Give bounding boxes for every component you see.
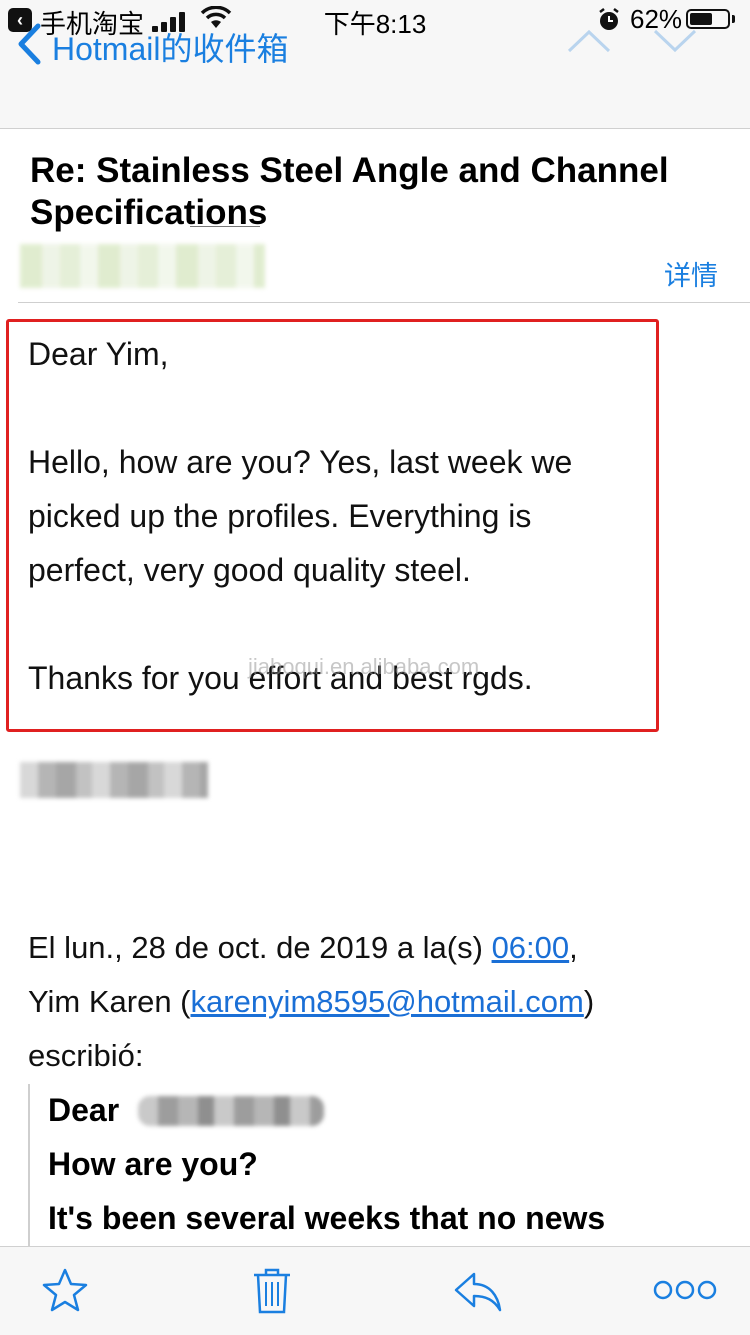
paren-close: ) [583, 984, 595, 1019]
battery-cap [732, 15, 735, 23]
email-subject: Re: Stainless Steel Angle and Channel Sp… [30, 151, 669, 232]
author-name: Yim Karen ( [28, 984, 191, 1019]
more-icon[interactable] [652, 1266, 718, 1316]
body-line: perfect, very good quality steel. [28, 552, 471, 588]
time-link[interactable]: 06:00 [492, 930, 570, 965]
details-link[interactable]: 详情 [664, 254, 718, 293]
subject-underline [190, 226, 260, 227]
star-icon[interactable] [40, 1266, 90, 1316]
quote-date-text: El lun., 28 de oct. de 2019 a la(s) [28, 930, 492, 965]
sender-redacted [20, 244, 265, 288]
recipient-redacted [138, 1096, 324, 1126]
chevron-up-icon[interactable] [566, 28, 612, 54]
bottom-toolbar [0, 1246, 750, 1335]
quote-author-line: Yim Karen (karenyim8595@hotmail.com) [28, 984, 594, 1020]
trash-icon[interactable] [250, 1266, 294, 1316]
body-line: picked up the profiles. Everything is [28, 498, 532, 534]
body-line: Hello, how are you? Yes, last week we [28, 444, 573, 480]
quoted-line: It's been several weeks that no news [48, 1200, 606, 1236]
chevron-down-icon[interactable] [652, 28, 698, 54]
watermark: jiaboqui.en.alibaba.com [248, 654, 480, 679]
email-address-link[interactable]: karenyim8595@hotmail.com [191, 984, 584, 1019]
header-divider [18, 302, 750, 303]
body-greeting: Dear Yim, [28, 336, 169, 372]
inbox-back-link[interactable]: Hotmail的收件箱 [52, 24, 288, 70]
battery-fill [690, 13, 712, 25]
reply-icon[interactable] [452, 1266, 504, 1316]
quoted-line: Dear [48, 1092, 120, 1128]
battery-icon [686, 9, 730, 29]
wrote-text: escribió: [28, 1038, 144, 1073]
comma: , [569, 930, 578, 965]
quoted-line: How are you? [48, 1146, 258, 1182]
signature-redacted [20, 762, 208, 798]
chevron-left-icon[interactable] [16, 22, 42, 66]
quote-intro-line: El lun., 28 de oct. de 2019 a la(s) 06:0… [28, 930, 578, 966]
quote-bar [28, 1084, 30, 1249]
